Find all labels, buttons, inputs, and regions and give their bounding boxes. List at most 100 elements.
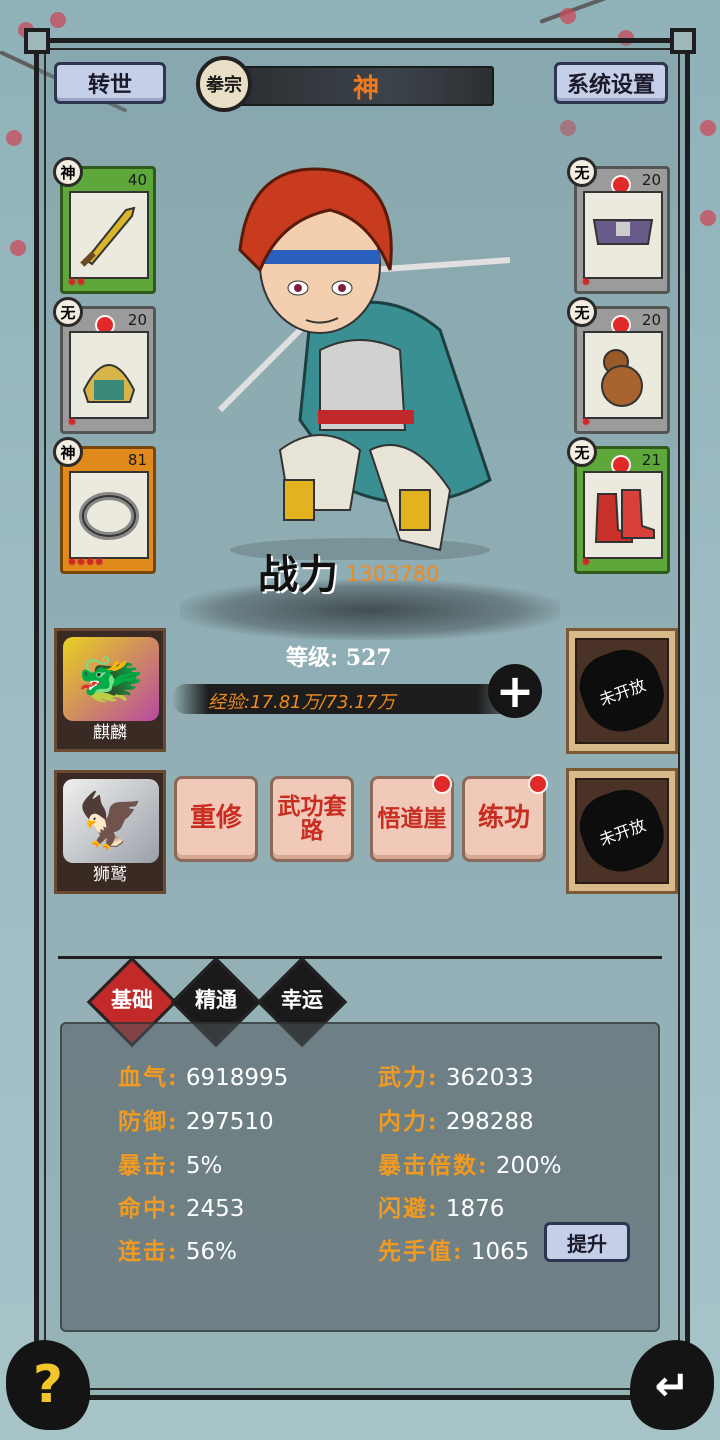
equipment-slot-ring[interactable]: 神 81 ✹✹✹✹ bbox=[53, 437, 156, 574]
section-divider bbox=[58, 956, 662, 959]
stat-value: 362033 bbox=[445, 1065, 534, 1091]
locked-slot[interactable]: 未开放 bbox=[566, 628, 678, 754]
add-exp-button[interactable]: + bbox=[488, 664, 542, 718]
equipment-level: 81 bbox=[127, 451, 147, 469]
stat-crit: 暴击: 5% bbox=[118, 1146, 222, 1180]
stat-value: 200% bbox=[495, 1153, 562, 1179]
equipment-slot-helmet[interactable]: 无 20 ✹ bbox=[53, 297, 156, 434]
stat-key: 暴击倍数: bbox=[378, 1152, 489, 1179]
stat-inner-power: 内力: 298288 bbox=[378, 1102, 534, 1136]
martial-arts-button[interactable]: 武功套路 bbox=[270, 776, 354, 862]
locked-slot-inner: 未开放 bbox=[570, 638, 674, 744]
stat-key: 防御: bbox=[118, 1108, 179, 1135]
equipment-slot-gourd[interactable]: 无 20 ✹ bbox=[567, 297, 670, 434]
stat-key: 命中: bbox=[118, 1195, 179, 1222]
stat-key: 先手值: bbox=[378, 1238, 464, 1265]
qilin-portrait: 🐲 bbox=[63, 637, 159, 721]
stat-force: 武力: 362033 bbox=[378, 1058, 534, 1092]
grade-badge: 无 bbox=[567, 437, 597, 467]
pet-name: 狮鹫 bbox=[93, 865, 127, 885]
stat-key: 闪避: bbox=[378, 1195, 439, 1222]
stat-value: 5% bbox=[185, 1153, 223, 1179]
level-text: 等级: 527 bbox=[286, 645, 392, 671]
gourd-icon bbox=[583, 331, 663, 419]
power-value: 1303780 bbox=[346, 562, 440, 586]
grade-badge: 无 bbox=[567, 157, 597, 187]
rebirth-button[interactable]: 转世 bbox=[54, 62, 166, 104]
exp-text: 经验:17.81万/73.17万 bbox=[208, 692, 396, 713]
sect-badge[interactable]: 拳宗 bbox=[196, 56, 252, 112]
upgrade-button[interactable]: 提升 bbox=[544, 1222, 630, 1262]
pet-name: 麒麟 bbox=[93, 723, 127, 743]
pet-slot-griffin[interactable]: 🦅 狮鹫 bbox=[54, 770, 166, 894]
equipment-stars: ✹✹✹✹ bbox=[67, 555, 104, 569]
grade-badge: 神 bbox=[53, 157, 83, 187]
stat-defense: 防御: 297510 bbox=[118, 1102, 274, 1136]
grade-badge: 无 bbox=[567, 297, 597, 327]
equipment-stars: ✹✹ bbox=[67, 275, 86, 289]
ring-icon bbox=[69, 471, 149, 559]
notification-dot bbox=[432, 774, 452, 794]
equipment-stars: ✹ bbox=[581, 415, 591, 429]
title-bar: 神 bbox=[238, 66, 494, 106]
locked-label: 未开放 bbox=[570, 639, 674, 743]
stat-hp: 血气: 6918995 bbox=[118, 1058, 288, 1092]
equipment-stars: ✹ bbox=[67, 415, 77, 429]
equipment-slot-boots[interactable]: 无 21 ✹ bbox=[567, 437, 670, 574]
boots-icon bbox=[583, 471, 663, 559]
tab-luck-label: 幸运 bbox=[281, 987, 323, 1012]
stat-dodge: 闪避: 1876 bbox=[378, 1189, 504, 1223]
stat-crit-multiplier: 暴击倍数: 200% bbox=[378, 1146, 562, 1180]
equipment-level: 20 bbox=[641, 171, 661, 189]
helmet-icon bbox=[69, 331, 149, 419]
stat-value: 2453 bbox=[185, 1196, 245, 1222]
stat-value: 1065 bbox=[470, 1239, 530, 1265]
stat-key: 武力: bbox=[378, 1064, 439, 1091]
equipment-level: 21 bbox=[641, 451, 661, 469]
tab-basic-label: 基础 bbox=[111, 987, 153, 1012]
blossom-decoration bbox=[10, 240, 26, 256]
belt-icon bbox=[583, 191, 663, 279]
equipment-stars: ✹ bbox=[581, 555, 591, 569]
retrain-button[interactable]: 重修 bbox=[174, 776, 258, 862]
locked-slot[interactable]: 未开放 bbox=[566, 768, 678, 894]
question-mark-icon: ? bbox=[32, 1355, 64, 1415]
equipment-slot-belt[interactable]: 无 20 ✹ bbox=[567, 157, 670, 294]
blossom-decoration bbox=[700, 120, 716, 136]
locked-slot-inner: 未开放 bbox=[570, 778, 674, 884]
stat-value: 6918995 bbox=[185, 1065, 289, 1091]
equipment-stars: ✹ bbox=[581, 275, 591, 289]
stat-value: 56% bbox=[185, 1239, 237, 1265]
locked-label: 未开放 bbox=[570, 779, 674, 883]
equipment-level: 20 bbox=[641, 311, 661, 329]
tab-mastery-label: 精通 bbox=[195, 987, 237, 1012]
stat-value: 297510 bbox=[185, 1109, 274, 1135]
power-label: 战力 bbox=[258, 551, 338, 598]
frame-corner bbox=[24, 28, 50, 54]
equipment-level: 20 bbox=[127, 311, 147, 329]
stat-value: 298288 bbox=[445, 1109, 534, 1135]
equipment-level: 40 bbox=[127, 171, 147, 189]
sword-icon bbox=[69, 191, 149, 279]
hero-character[interactable] bbox=[200, 160, 520, 562]
stat-key: 暴击: bbox=[118, 1152, 179, 1179]
stat-key: 内力: bbox=[378, 1108, 439, 1135]
grade-badge: 神 bbox=[53, 437, 83, 467]
equipment-slot-weapon[interactable]: 神 40 ✹✹ bbox=[53, 157, 156, 294]
stat-combo: 连击: 56% bbox=[118, 1232, 237, 1266]
blossom-decoration bbox=[50, 12, 66, 28]
notification-dot bbox=[528, 774, 548, 794]
blossom-decoration bbox=[700, 210, 716, 226]
sect-label: 拳宗 bbox=[206, 75, 242, 96]
griffin-portrait: 🦅 bbox=[63, 779, 159, 863]
back-button[interactable]: ↵ bbox=[630, 1340, 714, 1430]
blossom-decoration bbox=[560, 8, 576, 24]
back-arrow-icon: ↵ bbox=[654, 1360, 690, 1410]
stat-key: 血气: bbox=[118, 1064, 179, 1091]
stat-initiative: 先手值: 1065 bbox=[378, 1232, 529, 1266]
pet-slot-qilin[interactable]: 🐲 麒麟 bbox=[54, 628, 166, 752]
power-ink-stroke bbox=[180, 580, 560, 640]
stat-key: 连击: bbox=[118, 1238, 179, 1265]
blossom-decoration bbox=[6, 130, 22, 146]
system-settings-button[interactable]: 系统设置 bbox=[554, 62, 668, 104]
